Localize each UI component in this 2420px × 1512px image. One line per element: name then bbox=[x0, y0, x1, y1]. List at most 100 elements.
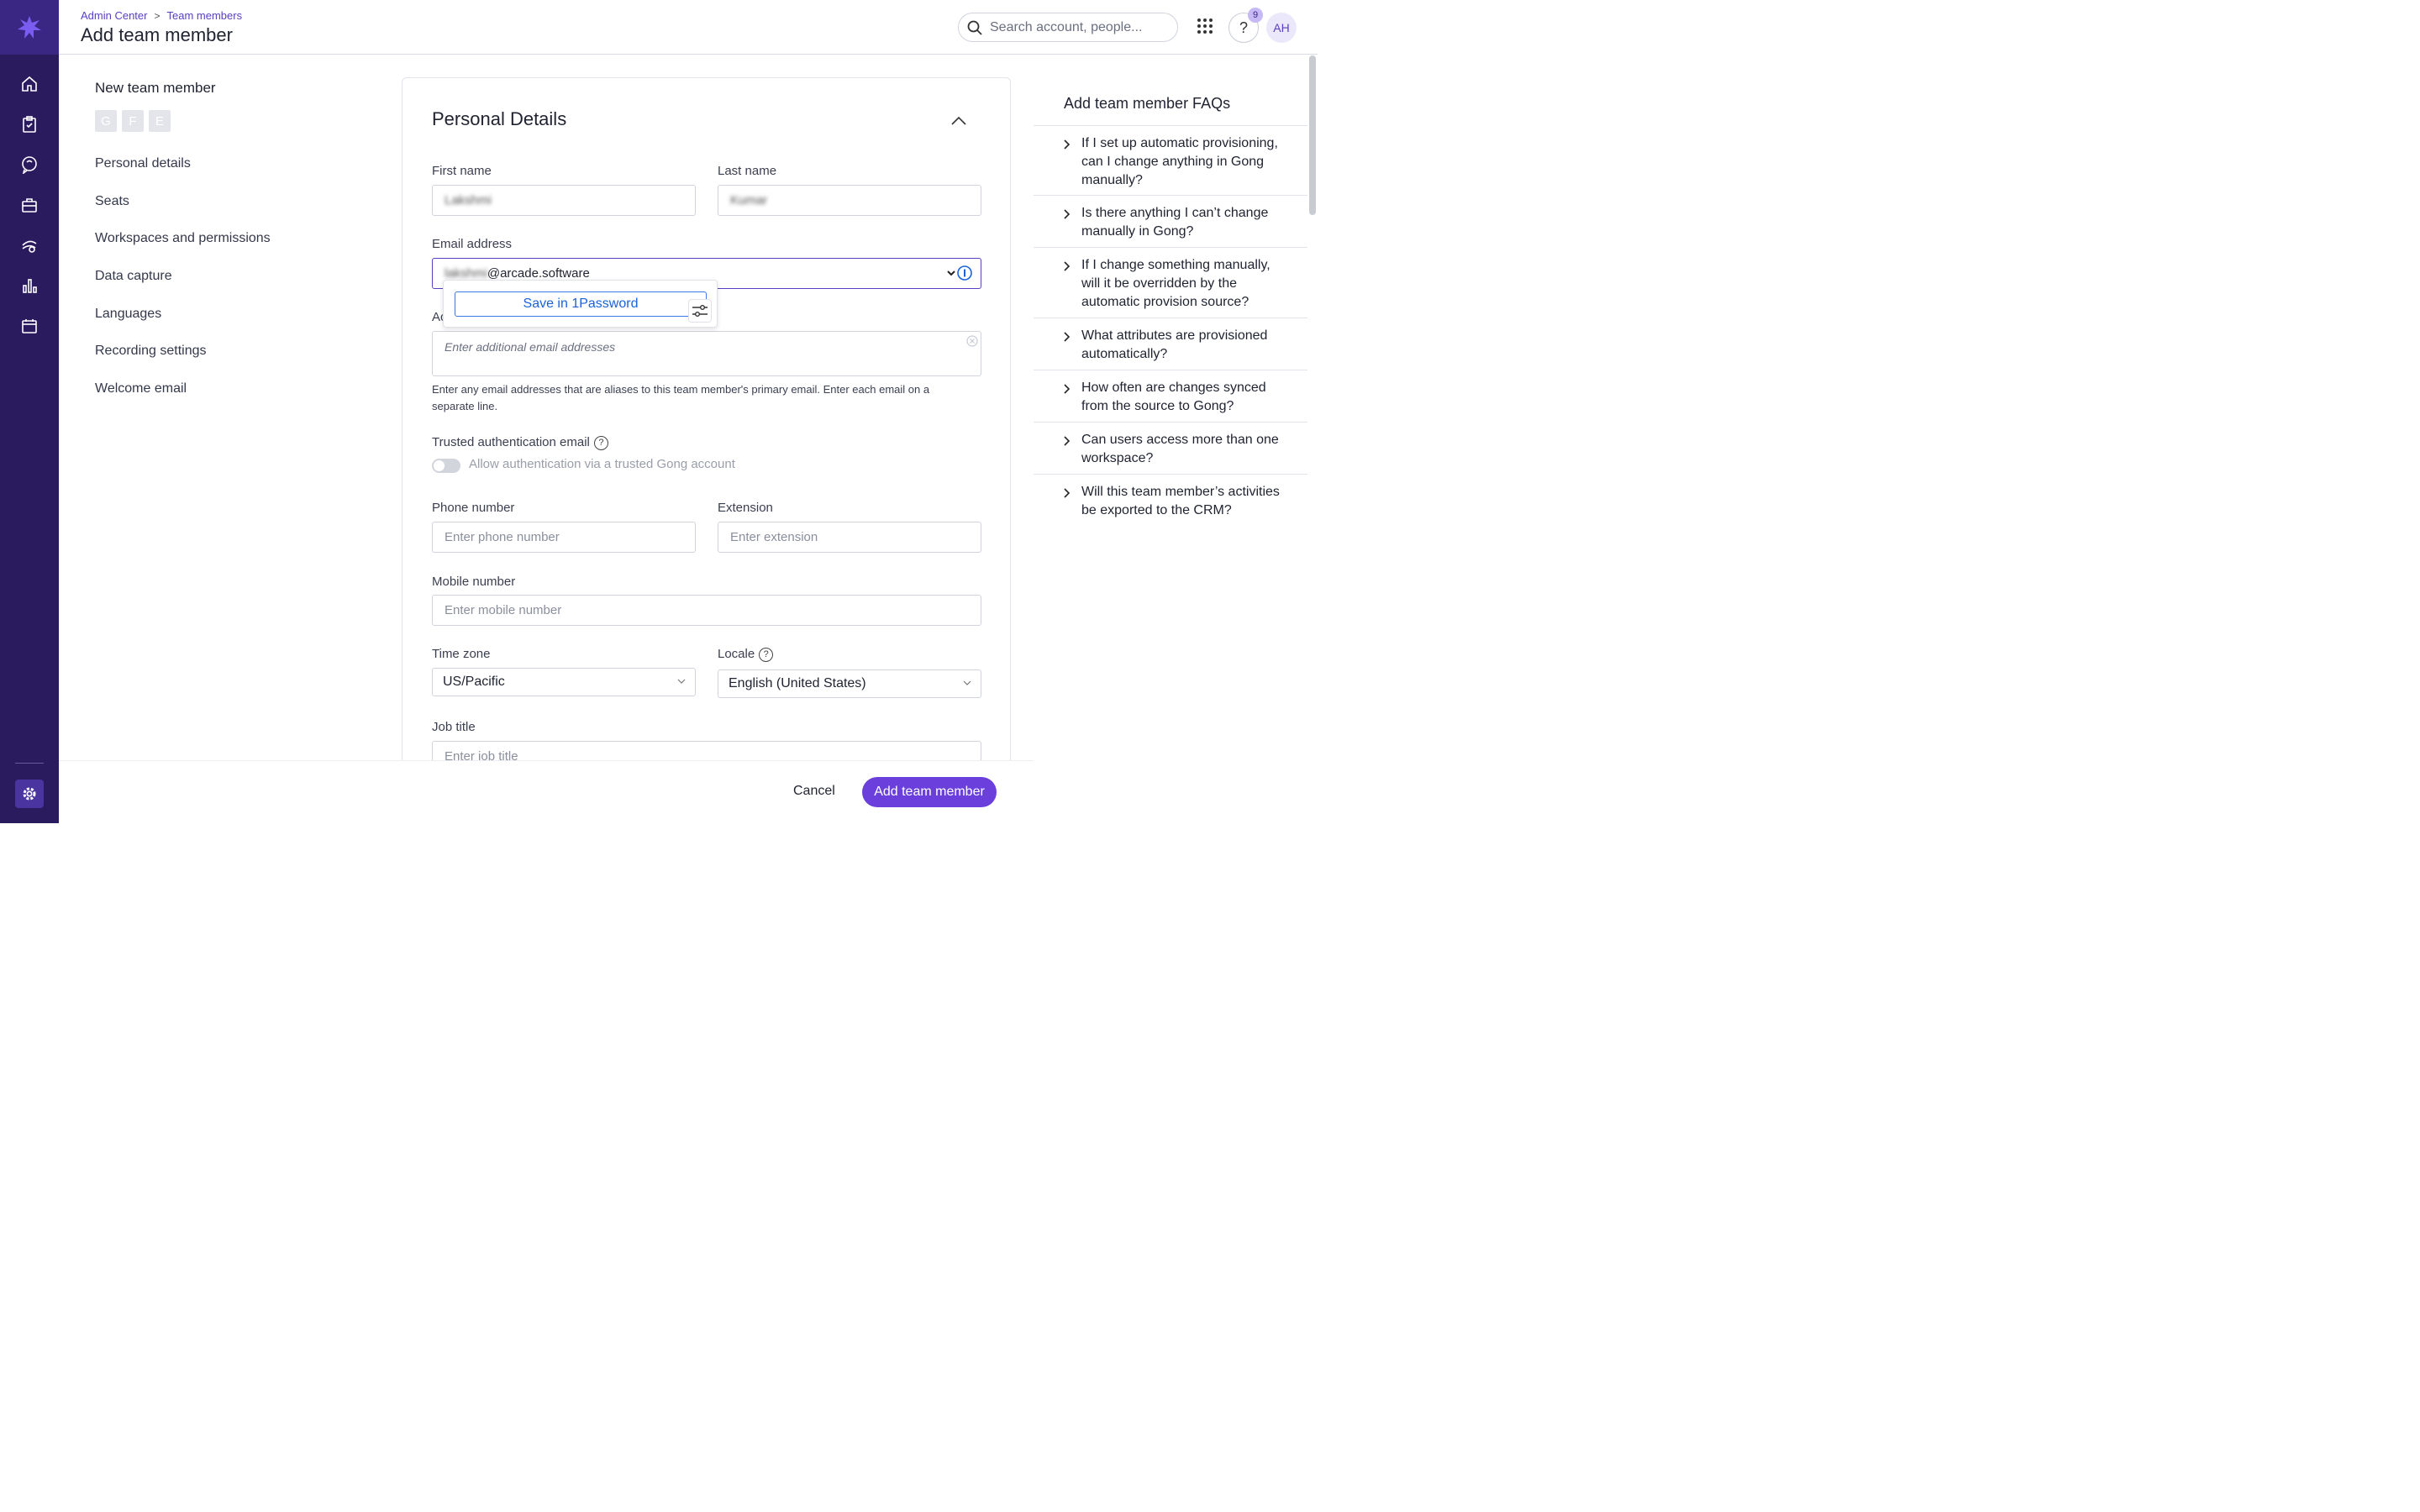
last-name-value: Kumar bbox=[730, 193, 768, 207]
phone-label: Phone number bbox=[432, 501, 515, 515]
section-nav-data-capture[interactable]: Data capture bbox=[95, 269, 172, 284]
chevron-down-icon bbox=[677, 679, 686, 684]
search-icon bbox=[967, 20, 982, 35]
faq-question: Is there anything I can’t change manuall… bbox=[1081, 206, 1269, 239]
chevron-right-icon bbox=[1064, 488, 1070, 498]
locale-label-text: Locale bbox=[718, 647, 755, 661]
save-in-1password-button[interactable]: Save in 1Password bbox=[455, 291, 707, 317]
timezone-value: US/Pacific bbox=[443, 675, 505, 689]
initial-badge: F bbox=[122, 110, 144, 132]
faq-question: Can users access more than one workspace… bbox=[1081, 433, 1279, 465]
card-title: Personal Details bbox=[432, 108, 567, 129]
faq-item[interactable]: Is there anything I can’t change manuall… bbox=[1034, 195, 1307, 247]
email-label: Email address bbox=[432, 237, 513, 251]
onepassword-icon bbox=[957, 265, 972, 281]
chevron-right-icon bbox=[1064, 332, 1070, 342]
trusted-auth-toggle-label: Allow authentication via a trusted Gong … bbox=[469, 457, 735, 471]
onepassword-popup: Save in 1Password bbox=[443, 280, 718, 328]
section-nav-title: New team member bbox=[95, 80, 216, 96]
locale-select[interactable]: English (United States) bbox=[718, 669, 981, 698]
trusted-auth-label: Trusted authentication email? bbox=[432, 435, 608, 450]
section-nav-personal-details[interactable]: Personal details bbox=[95, 156, 191, 171]
left-rail bbox=[0, 0, 59, 823]
analytics-icon[interactable] bbox=[18, 275, 40, 297]
faq-item[interactable]: What attributes are provisioned automati… bbox=[1034, 318, 1307, 370]
faq-question: What attributes are provisioned automati… bbox=[1081, 328, 1268, 361]
breadcrumb-team-members[interactable]: Team members bbox=[167, 9, 243, 22]
trusted-auth-label-text: Trusted authentication email bbox=[432, 435, 590, 449]
timezone-select[interactable]: US/Pacific bbox=[432, 668, 696, 696]
clear-icon[interactable] bbox=[966, 335, 978, 347]
phone-input[interactable]: Enter phone number bbox=[432, 522, 696, 553]
initial-badge: G bbox=[95, 110, 117, 132]
chevron-right-icon bbox=[1064, 384, 1070, 394]
member-initials: G F E bbox=[95, 110, 171, 132]
faq-question: If I change something manually, will it … bbox=[1081, 258, 1270, 309]
faq-item[interactable]: How often are changes synced from the so… bbox=[1034, 370, 1307, 422]
form-footer: Cancel Add team member bbox=[59, 760, 1034, 823]
additional-emails-textarea[interactable]: Enter additional email addresses bbox=[432, 331, 981, 376]
first-name-value: Lakshmi bbox=[445, 193, 492, 207]
faq-question: If I set up automatic provisioning, can … bbox=[1081, 136, 1278, 187]
cancel-button[interactable]: Cancel bbox=[793, 784, 835, 799]
trusted-auth-toggle[interactable] bbox=[432, 459, 460, 473]
engage-icon[interactable] bbox=[18, 234, 40, 256]
apps-grid-icon[interactable] bbox=[1197, 18, 1213, 34]
section-nav-recording-settings[interactable]: Recording settings bbox=[95, 344, 207, 359]
sliders-icon bbox=[692, 305, 708, 317]
section-nav-languages[interactable]: Languages bbox=[95, 307, 161, 322]
mobile-input[interactable]: Enter mobile number bbox=[432, 595, 981, 626]
search-box[interactable]: Search account, people... bbox=[958, 13, 1178, 42]
help-circle-icon[interactable]: ? bbox=[759, 647, 774, 662]
chevron-right-icon bbox=[1064, 261, 1070, 271]
job-title-label: Job title bbox=[432, 720, 476, 734]
breadcrumb: Admin Center > Team members bbox=[81, 9, 242, 22]
section-nav-workspaces[interactable]: Workspaces and permissions bbox=[95, 231, 271, 246]
clipboard-icon[interactable] bbox=[18, 113, 40, 135]
chevron-right-icon bbox=[1064, 436, 1070, 446]
faq-item[interactable]: Will this team member’s activities be ex… bbox=[1034, 474, 1307, 549]
briefcase-icon[interactable] bbox=[18, 194, 40, 216]
chevron-up-icon[interactable] bbox=[950, 115, 967, 125]
add-team-member-button[interactable]: Add team member bbox=[862, 777, 997, 807]
faq-question: How often are changes synced from the so… bbox=[1081, 381, 1266, 413]
starburst-logo-icon bbox=[18, 15, 41, 39]
extension-input[interactable]: Enter extension bbox=[718, 522, 981, 553]
settings-button[interactable] bbox=[15, 780, 44, 808]
rail-divider bbox=[15, 763, 44, 764]
chevron-right-icon bbox=[1064, 209, 1070, 219]
breadcrumb-admin-center[interactable]: Admin Center bbox=[81, 9, 147, 22]
help-notification-badge: 9 bbox=[1248, 8, 1263, 23]
user-avatar[interactable]: AH bbox=[1266, 13, 1297, 43]
faq-panel: Add team member FAQs If I set up automat… bbox=[1034, 77, 1307, 823]
onepassword-field-button[interactable] bbox=[946, 265, 972, 281]
section-nav-seats[interactable]: Seats bbox=[95, 194, 129, 209]
help-circle-icon[interactable]: ? bbox=[593, 435, 608, 450]
locale-label: Locale? bbox=[718, 647, 774, 662]
timezone-label: Time zone bbox=[432, 647, 491, 661]
home-icon[interactable] bbox=[18, 73, 40, 95]
gong-logo[interactable] bbox=[0, 0, 59, 55]
page-title: Add team member bbox=[81, 24, 233, 45]
onepassword-settings-button[interactable] bbox=[688, 299, 712, 323]
faq-item[interactable]: If I set up automatic provisioning, can … bbox=[1034, 125, 1307, 187]
faq-title: Add team member FAQs bbox=[1064, 95, 1231, 112]
extension-label: Extension bbox=[718, 501, 773, 515]
chevron-right-icon bbox=[1064, 139, 1070, 150]
calendar-icon[interactable] bbox=[18, 315, 40, 337]
page-scrollbar[interactable] bbox=[1309, 55, 1316, 215]
personal-details-card: Personal Details First name Lakshmi Last… bbox=[402, 77, 1011, 783]
first-name-field[interactable]: Lakshmi bbox=[432, 185, 696, 216]
mobile-label: Mobile number bbox=[432, 575, 516, 589]
section-nav-welcome-email[interactable]: Welcome email bbox=[95, 381, 187, 396]
first-name-label: First name bbox=[432, 164, 492, 178]
search-input[interactable]: Search account, people... bbox=[990, 20, 1142, 35]
last-name-label: Last name bbox=[718, 164, 777, 178]
chevron-right-icon: > bbox=[154, 9, 160, 22]
faq-item[interactable]: If I change something manually, will it … bbox=[1034, 247, 1307, 318]
last-name-field[interactable]: Kumar bbox=[718, 185, 981, 216]
gear-icon bbox=[23, 787, 36, 801]
conversations-icon[interactable] bbox=[18, 154, 40, 176]
faq-item[interactable]: Can users access more than one workspace… bbox=[1034, 422, 1307, 474]
faq-question: Will this team member’s activities be ex… bbox=[1081, 485, 1280, 517]
